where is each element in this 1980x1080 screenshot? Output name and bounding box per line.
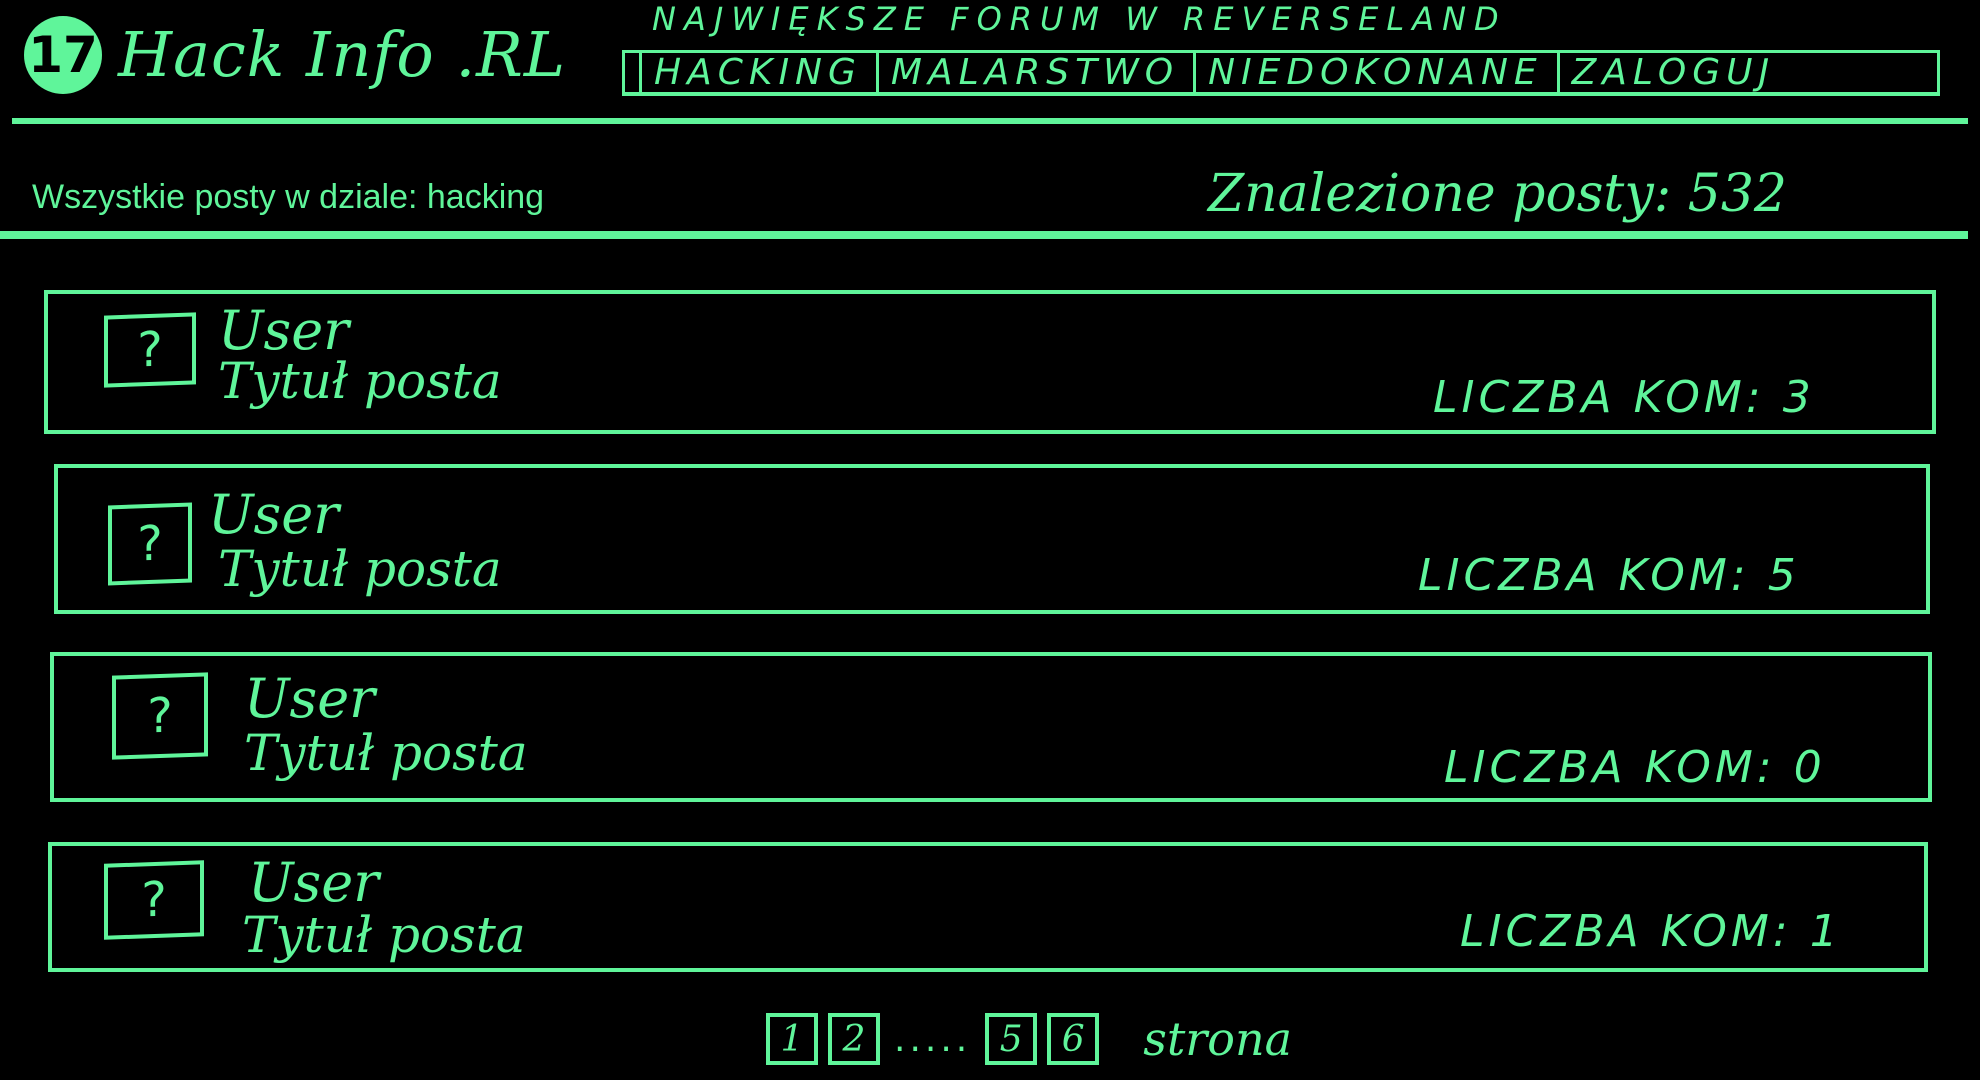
page-button-5[interactable]: 5 — [985, 1013, 1038, 1065]
page-button-1[interactable]: 1 — [766, 1013, 818, 1065]
user-avatar-icon: ? — [104, 860, 204, 940]
main-nav: HACKING MALARSTWO NIEDOKONANE ZALOGUJ — [622, 50, 1940, 96]
section-title: Wszystkie posty w dziale: hacking — [32, 178, 545, 216]
post-title: Tytuł posta — [242, 906, 526, 964]
post-item[interactable]: ? User Tytuł posta LICZBA KOM: 3 — [44, 290, 1936, 434]
site-tagline: NAJWIĘKSZE FORUM W REVERSELAND — [652, 0, 1507, 38]
page-button-2[interactable]: 2 — [828, 1013, 880, 1065]
post-item[interactable]: ? User Tytuł posta LICZBA KOM: 1 — [48, 842, 1928, 972]
section-divider — [0, 231, 1968, 239]
post-title: Tytuł posta — [218, 540, 502, 598]
post-author: User — [208, 483, 339, 546]
site-name: Hack Info .RL — [118, 18, 566, 91]
user-avatar-icon: ? — [112, 672, 208, 760]
header-divider — [12, 118, 1968, 124]
logo-badge-icon: 17 — [24, 16, 102, 94]
post-author: User — [248, 851, 379, 914]
post-title: Tytuł posta — [218, 352, 502, 410]
post-comment-count: LICZBA KOM: 0 — [1444, 742, 1826, 793]
nav-item-zaloguj[interactable]: ZALOGUJ — [1556, 52, 1789, 93]
post-item[interactable]: ? User Tytuł posta LICZBA KOM: 5 — [54, 464, 1930, 614]
post-author: User — [218, 299, 349, 362]
post-comment-count: LICZBA KOM: 1 — [1460, 906, 1842, 957]
nav-item-niedokonane[interactable]: NIEDOKONANE — [1193, 52, 1557, 93]
post-comment-count: LICZBA KOM: 5 — [1418, 550, 1800, 601]
pagination-label: strona — [1143, 1012, 1293, 1066]
post-author: User — [244, 667, 375, 730]
nav-item-hacking[interactable]: HACKING — [639, 52, 876, 93]
pagination: 1 2 ..... 5 6 strona — [766, 1012, 1292, 1066]
found-posts-count: Znalezione posty: 532 — [1208, 164, 1788, 224]
post-title: Tytuł posta — [244, 724, 528, 782]
page-ellipsis: ..... — [894, 1018, 972, 1060]
post-item[interactable]: ? User Tytuł posta LICZBA KOM: 0 — [50, 652, 1932, 802]
page-button-6[interactable]: 6 — [1047, 1013, 1100, 1065]
post-comment-count: LICZBA KOM: 3 — [1433, 372, 1815, 423]
nav-item-malarstwo[interactable]: MALARSTWO — [875, 52, 1193, 93]
user-avatar-icon: ? — [104, 312, 196, 388]
site-logo[interactable]: 17 Hack Info .RL — [24, 16, 566, 94]
user-avatar-icon: ? — [108, 502, 192, 586]
